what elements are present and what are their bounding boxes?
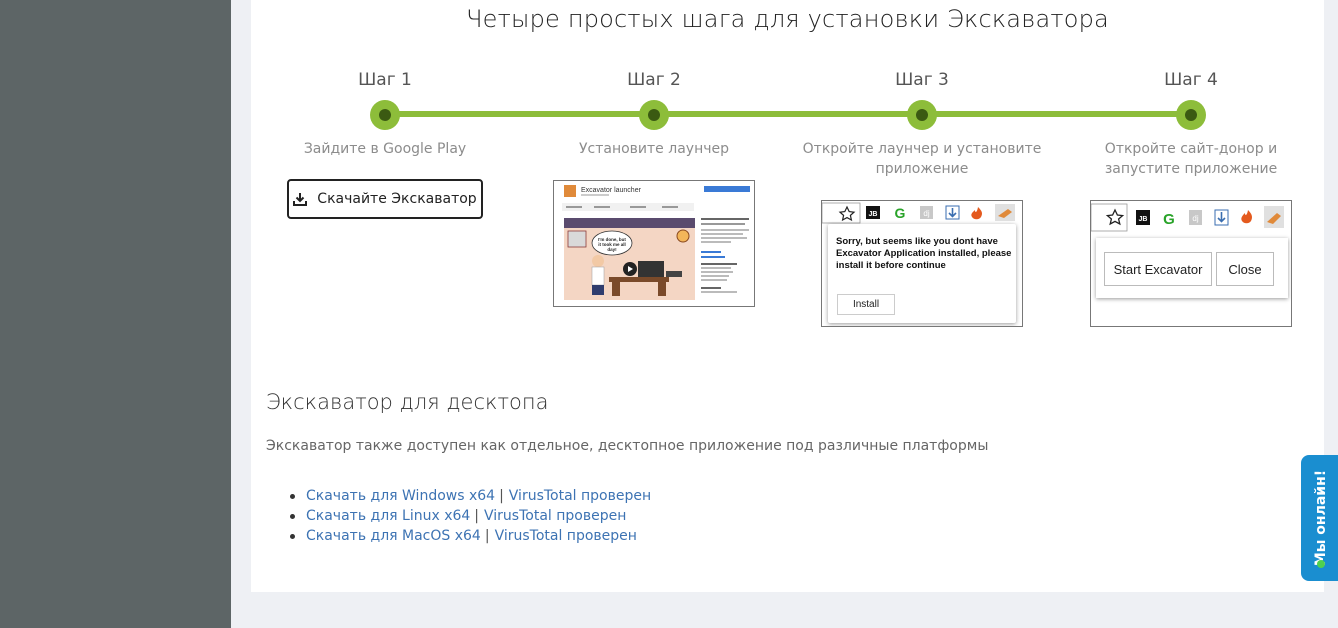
svg-text:dj: dj: [923, 209, 929, 218]
step-2-dot: [639, 100, 669, 130]
start-excavator-button[interactable]: Start Excavator: [1104, 252, 1212, 286]
download-button-label: Скачайте Экскаватор: [317, 191, 477, 207]
download-windows-link[interactable]: Скачать для Windows x64: [306, 488, 495, 504]
install-popup: Sorry, but seems like you dont have Exca…: [828, 224, 1016, 323]
svg-text:JB: JB: [869, 211, 878, 218]
svg-text:dj: dj: [1192, 214, 1198, 223]
svg-text:G: G: [895, 205, 906, 221]
step-4-dot: [1176, 100, 1206, 130]
start-popup: Start Excavator Close: [1096, 238, 1288, 298]
content-card: Четыре простых шага для установки Экскав…: [251, 0, 1324, 592]
desktop-section-desc: Экскаватор также доступен как отдельное,…: [266, 438, 989, 454]
install-popup-screenshot: JB G dj Sorry, but seems like you dont h…: [821, 200, 1023, 327]
step-3-label: Шаг 3: [895, 70, 949, 90]
step-2-label: Шаг 2: [627, 70, 681, 90]
step-3-desc: Откройте лаунчер и установите приложение: [802, 141, 1042, 177]
step-2-desc: Установите лаунчер: [579, 141, 729, 157]
download-linux-link[interactable]: Скачать для Linux x64: [306, 508, 470, 524]
download-macos-link[interactable]: Скачать для MacOS x64: [306, 528, 481, 544]
step-4-label: Шаг 4: [1164, 70, 1218, 90]
svg-text:JB: JB: [1139, 216, 1148, 223]
svg-text:G: G: [1163, 211, 1175, 228]
download-icon: [293, 193, 308, 206]
desktop-section-title: Экскаватор для десктопа: [266, 390, 549, 414]
download-excavator-button[interactable]: Скачайте Экскаватор: [287, 179, 483, 219]
online-status-icon: [1317, 560, 1325, 568]
online-badge-label: Мы онлайн!: [1313, 469, 1329, 567]
svg-text:day!: day!: [607, 247, 617, 252]
install-popup-message: Sorry, but seems like you dont have Exca…: [836, 236, 1012, 271]
start-popup-screenshot: JB G dj Start Excavator Close: [1090, 200, 1292, 327]
online-chat-badge[interactable]: Мы онлайн!: [1301, 455, 1338, 581]
steps-progress-line: [385, 111, 1191, 117]
virustotal-windows-link[interactable]: VirusTotal проверен: [509, 488, 651, 504]
left-sidebar: [0, 0, 231, 628]
step-1-desc: Зайдите в Google Play: [303, 141, 467, 157]
page-title: Четыре простых шага для установки Экскав…: [466, 5, 1109, 33]
launcher-app-name: Excavator launcher: [581, 187, 642, 194]
step-4-desc: Откройте сайт-донор и запустите приложен…: [1104, 141, 1278, 177]
virustotal-macos-link[interactable]: VirusTotal проверен: [495, 528, 637, 544]
download-link-item: Скачать для MacOS x64 | VirusTotal провере…: [289, 526, 651, 546]
download-link-item: Скачать для Linux x64 | VirusTotal провере…: [289, 506, 651, 526]
launcher-screenshot: Excavator launcher I'm done, but it took…: [553, 180, 755, 307]
download-link-item: Скачать для Windows x64 | VirusTotal прове…: [289, 488, 652, 504]
close-button[interactable]: Close: [1216, 252, 1274, 286]
virustotal-linux-link[interactable]: VirusTotal проверен: [484, 508, 626, 524]
install-button[interactable]: Install: [837, 294, 895, 315]
download-links-list: Скачать для Windows x64 | VirusTotal прове…: [289, 486, 652, 546]
step-3-dot: [907, 100, 937, 130]
step-1-label: Шаг 1: [358, 70, 412, 90]
step-1-dot: [370, 100, 400, 130]
